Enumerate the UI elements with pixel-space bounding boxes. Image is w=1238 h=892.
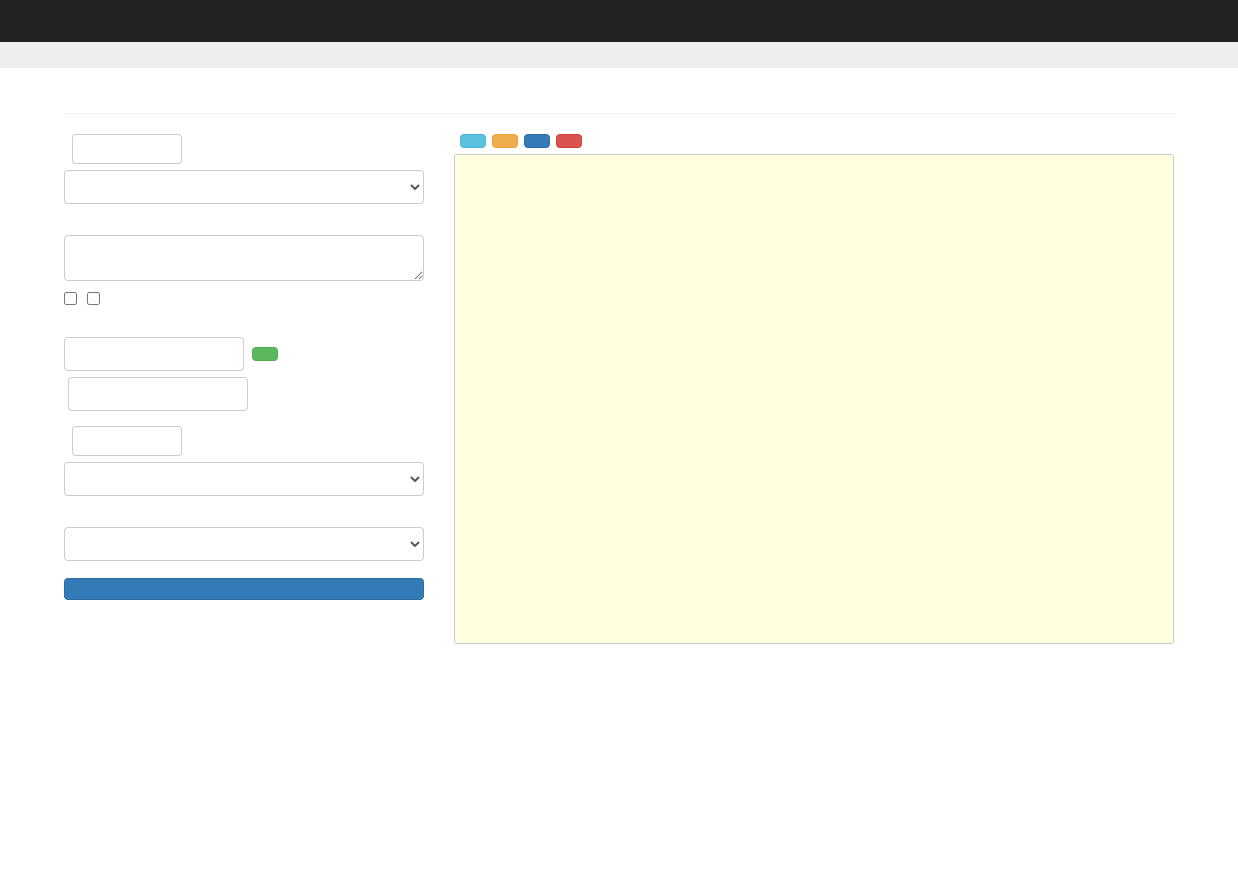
result-panel <box>454 134 1174 644</box>
api-select[interactable] <box>64 170 424 204</box>
key-input[interactable] <box>64 337 244 371</box>
xml-checkbox[interactable] <box>64 292 77 305</box>
cache-checkbox[interactable] <box>87 292 100 305</box>
platform-bar <box>0 42 1238 68</box>
result-output[interactable] <box>454 154 1174 644</box>
server-select[interactable] <box>64 527 424 561</box>
top-nav <box>0 0 1238 42</box>
lang-filter-input[interactable] <box>72 426 182 456</box>
example-button[interactable] <box>524 134 550 148</box>
main-content <box>49 68 1189 664</box>
newwin-button[interactable] <box>460 134 486 148</box>
form-panel <box>64 134 424 644</box>
report-button[interactable] <box>556 134 582 148</box>
divider <box>64 113 1174 114</box>
secret-input[interactable] <box>68 377 248 411</box>
lang-select[interactable] <box>64 462 424 496</box>
data-desc-button[interactable] <box>492 134 518 148</box>
params-textarea[interactable] <box>64 235 424 281</box>
test-button[interactable] <box>64 578 424 600</box>
api-name-filter-input[interactable] <box>72 134 182 164</box>
register-key-button[interactable] <box>252 347 278 361</box>
